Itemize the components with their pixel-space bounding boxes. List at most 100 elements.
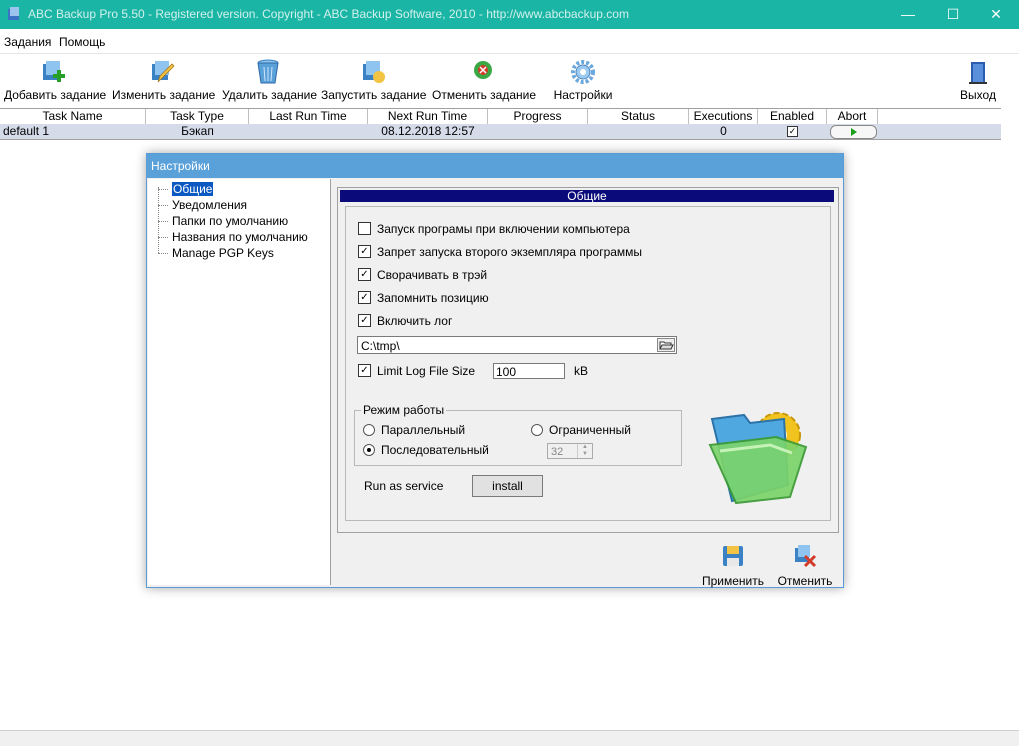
col-last-run[interactable]: Last Run Time	[249, 109, 368, 124]
minimize-button[interactable]: —	[885, 0, 931, 29]
sequential-radio[interactable]	[363, 443, 375, 456]
dialog-title: Настройки	[151, 159, 210, 173]
col-progress[interactable]: Progress	[488, 109, 588, 124]
col-enabled[interactable]: Enabled	[758, 109, 827, 124]
tree-item-label: Папки по умолчанию	[172, 214, 289, 228]
log-size-input[interactable]: 100	[493, 363, 565, 379]
cell-executions: 0	[720, 124, 727, 138]
menu-help[interactable]: Помощь	[59, 35, 105, 49]
delete-task-label: Удалить задание	[222, 88, 318, 102]
edit-task-button[interactable]: Изменить задание	[112, 58, 216, 102]
col-task-type[interactable]: Task Type	[146, 109, 249, 124]
limit-count-stepper: 32 ▲ ▼	[547, 443, 593, 459]
add-task-icon	[43, 61, 65, 82]
exit-button[interactable]: Выход	[958, 58, 998, 102]
mode-limited[interactable]: Ограниченный	[531, 422, 631, 438]
enabled-checkbox[interactable]: ✓	[787, 126, 798, 138]
log-path-input[interactable]: C:\tmp\	[357, 336, 677, 354]
run-task-icon	[363, 61, 385, 83]
tree-item-default-names[interactable]: Названия по умолчанию	[158, 230, 308, 245]
window-title: ABC Backup Pro 5.50 - Registered version…	[28, 7, 629, 21]
maximize-button[interactable]: ☐	[930, 0, 976, 29]
single-instance-checkbox[interactable]: ✓	[358, 245, 371, 259]
cancel-button[interactable]: Отменить	[777, 544, 833, 588]
settings-dialog: Настройки Общие Уведомления Папки по умо…	[146, 153, 844, 588]
panel-header: Общие	[340, 190, 834, 202]
settings-label: Настройки	[553, 88, 613, 102]
tree-item-label: Уведомления	[172, 198, 248, 212]
cell-task-type: Бэкап	[181, 124, 214, 138]
option-label: Запуск програмы при включении компьютера	[377, 222, 630, 236]
play-icon	[851, 128, 857, 136]
option-enable-log[interactable]: ✓ Включить лог	[358, 313, 452, 329]
spin-arrows-icon: ▲ ▼	[577, 444, 592, 458]
gear-icon	[571, 60, 595, 84]
cell-enabled: ✓	[758, 124, 827, 139]
tree-item-notifications[interactable]: Уведомления	[158, 198, 247, 213]
tree-item-general[interactable]: Общие	[158, 182, 214, 197]
options-frame: Запуск програмы при включении компьютера…	[345, 206, 831, 521]
limit-log-checkbox[interactable]: ✓	[358, 364, 371, 378]
delete-task-button[interactable]: Удалить задание	[222, 58, 318, 102]
remember-position-checkbox[interactable]: ✓	[358, 291, 371, 305]
menu-tasks[interactable]: Задания	[4, 35, 51, 49]
folder-open-icon[interactable]	[657, 338, 675, 352]
cancel-task-button[interactable]: Отменить задание	[432, 58, 537, 102]
radio-label: Ограниченный	[549, 423, 631, 437]
menu-bar: Задания Помощь	[0, 29, 1019, 54]
option-minimize-tray[interactable]: ✓ Сворачивать в трэй	[358, 267, 487, 283]
title-bar: ABC Backup Pro 5.50 - Registered version…	[0, 0, 1019, 29]
option-label: Limit Log File Size	[377, 364, 476, 378]
col-next-run[interactable]: Next Run Time	[368, 109, 488, 124]
tree-item-default-folders[interactable]: Папки по умолчанию	[158, 214, 288, 229]
settings-button[interactable]: Настройки	[550, 58, 616, 102]
option-limit-log[interactable]: ✓ Limit Log File Size	[358, 363, 475, 379]
run-task-button[interactable]: Запустить задание	[321, 58, 427, 102]
close-button[interactable]: ✕	[973, 0, 1019, 29]
col-task-name[interactable]: Task Name	[0, 109, 146, 124]
exit-label: Выход	[960, 88, 996, 102]
cancel-x-icon	[795, 545, 817, 568]
limited-radio[interactable]	[531, 423, 543, 436]
option-label: Включить лог	[377, 314, 453, 328]
minimize-tray-checkbox[interactable]: ✓	[358, 268, 371, 282]
save-disk-icon	[723, 546, 743, 566]
toolbar: Добавить задание Изменить задание Удалит…	[0, 54, 1019, 108]
tree-item-pgp-keys[interactable]: Manage PGP Keys	[158, 246, 274, 261]
parallel-radio[interactable]	[363, 423, 375, 436]
install-service-button[interactable]: install	[472, 475, 543, 497]
edit-task-label: Изменить задание	[112, 88, 216, 102]
work-mode-group: Режим работы Параллельный Ограниченный П…	[354, 403, 682, 466]
dialog-title-bar: Настройки	[147, 154, 843, 178]
apply-label: Применить	[701, 574, 764, 588]
mode-sequential[interactable]: Последовательный	[363, 442, 489, 458]
tree-item-label: Общие	[172, 182, 214, 196]
enable-log-checkbox[interactable]: ✓	[358, 314, 371, 328]
table-row[interactable]: default 1 Бэкап 08.12.2018 12:57 0 ✓	[0, 124, 1001, 140]
col-executions[interactable]: Executions	[689, 109, 758, 124]
trash-icon	[257, 59, 279, 84]
run-task-label: Запустить задание	[321, 88, 427, 102]
exit-door-icon	[969, 62, 987, 84]
col-status[interactable]: Status	[588, 109, 689, 124]
cell-status	[588, 124, 689, 139]
log-size-unit: kB	[574, 364, 589, 378]
option-single-instance[interactable]: ✓ Запрет запуска второго экземпляра прогр…	[358, 244, 642, 260]
col-abort[interactable]: Abort	[827, 109, 878, 124]
abort-run-button[interactable]	[830, 125, 877, 139]
option-label: Сворачивать в трэй	[377, 268, 488, 282]
task-grid: Task Name Task Type Last Run Time Next R…	[0, 108, 1001, 140]
option-remember-position[interactable]: ✓ Запомнить позицию	[358, 290, 489, 306]
work-mode-title: Режим работы	[361, 403, 447, 417]
log-path-value: C:\tmp\	[361, 339, 400, 353]
autostart-checkbox[interactable]	[358, 222, 371, 236]
option-label: Запрет запуска второго экземпляра програ…	[377, 245, 643, 259]
option-autostart[interactable]: Запуск програмы при включении компьютера	[358, 221, 630, 237]
mode-parallel[interactable]: Параллельный	[363, 422, 465, 438]
radio-label: Последовательный	[381, 443, 489, 457]
settings-tree: Общие Уведомления Папки по умолчанию Наз…	[148, 179, 331, 585]
cancel-task-label: Отменить задание	[432, 88, 537, 102]
add-task-button[interactable]: Добавить задание	[4, 58, 106, 102]
apply-button[interactable]: Применить	[701, 544, 765, 588]
app-icon	[8, 7, 19, 20]
